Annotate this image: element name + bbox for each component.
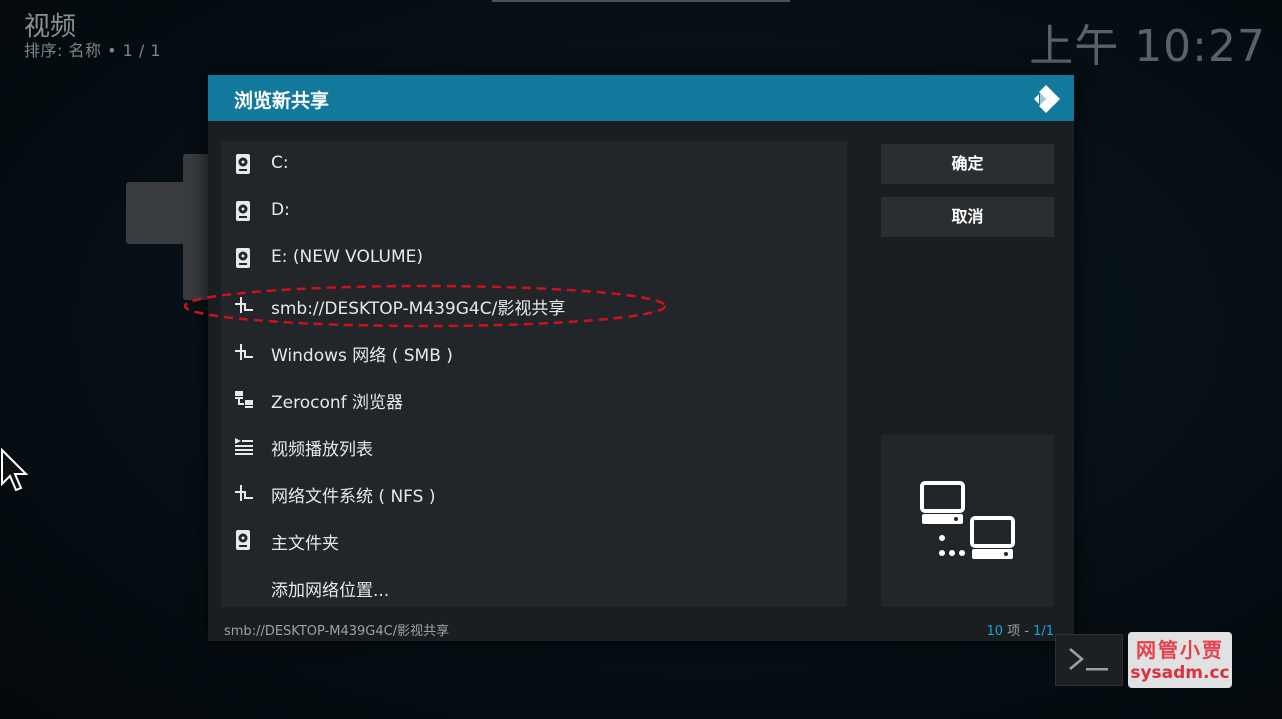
list-item-label: D: (271, 200, 290, 220)
list-item-video-playlist[interactable]: 视频播放列表 (221, 423, 847, 470)
watermark-line2: sysadm.cc (1130, 663, 1230, 683)
list-item-c[interactable]: C: (221, 141, 847, 188)
list-item-label: Zeroconf 浏览器 (271, 393, 404, 413)
harddisk-icon (234, 247, 254, 269)
network-computers-icon (920, 481, 1015, 559)
harddisk-icon (234, 153, 254, 175)
kodi-logo-icon (1030, 83, 1062, 115)
dialog-title: 浏览新共享 (234, 90, 330, 112)
list-item-label: 视频播放列表 (271, 440, 373, 460)
items-word: 项 - (1002, 624, 1034, 639)
status-count: 10 项 - 1/1 (986, 620, 1054, 639)
ok-button[interactable]: 确定 (881, 144, 1054, 184)
dialog-header: 浏览新共享 (208, 75, 1074, 121)
terminal-icon[interactable] (1055, 634, 1123, 686)
watermark-logo: 网管小贾 sysadm.cc (1128, 632, 1232, 688)
browse-share-dialog: 浏览新共享 C: D: E: (NEW VOLUME) smb://DESKTO… (208, 75, 1074, 641)
list-item-label: C: (271, 153, 289, 173)
mouse-cursor-icon (0, 447, 29, 498)
status-path: smb://DESKTOP-M439G4C/影视共享 (224, 624, 450, 639)
list-item-label: E: (NEW VOLUME) (271, 247, 423, 267)
list-item-add-network-location[interactable]: 添加网络位置... (221, 564, 847, 611)
list-item-label: 主文件夹 (271, 534, 339, 554)
network-icon (234, 482, 254, 504)
watermark-line1: 网管小贾 (1136, 638, 1224, 662)
list-item-label: Windows 网络 ( SMB ) (271, 346, 453, 366)
playlist-icon (234, 435, 254, 457)
list-item-zeroconf[interactable]: Zeroconf 浏览器 (221, 376, 847, 423)
list-item-label: 网络文件系统 ( NFS ) (271, 487, 436, 507)
annotation-ellipse (183, 284, 667, 328)
network-thumbnail (881, 435, 1054, 607)
list-item-windows-smb[interactable]: Windows 网络 ( SMB ) (221, 329, 847, 376)
list-item-d[interactable]: D: (221, 188, 847, 235)
clock: 上午 10:27 (1029, 21, 1266, 72)
network-share-icon (234, 388, 254, 410)
harddisk-icon (234, 200, 254, 222)
source-list: C: D: E: (NEW VOLUME) smb://DESKTOP-M439… (221, 141, 847, 607)
sort-info: 排序: 名称 • 1 / 1 (24, 41, 162, 60)
list-item-label: 添加网络位置... (271, 581, 390, 601)
network-icon (234, 341, 254, 363)
list-item-e[interactable]: E: (NEW VOLUME) (221, 235, 847, 282)
top-progress-line (492, 0, 790, 2)
list-item-nfs[interactable]: 网络文件系统 ( NFS ) (221, 470, 847, 517)
page-indicator: 1/1 (1033, 624, 1054, 639)
cancel-button[interactable]: 取消 (881, 197, 1054, 237)
harddisk-icon (234, 529, 254, 551)
item-count: 10 (986, 624, 1003, 639)
list-item-home-folder[interactable]: 主文件夹 (221, 517, 847, 564)
